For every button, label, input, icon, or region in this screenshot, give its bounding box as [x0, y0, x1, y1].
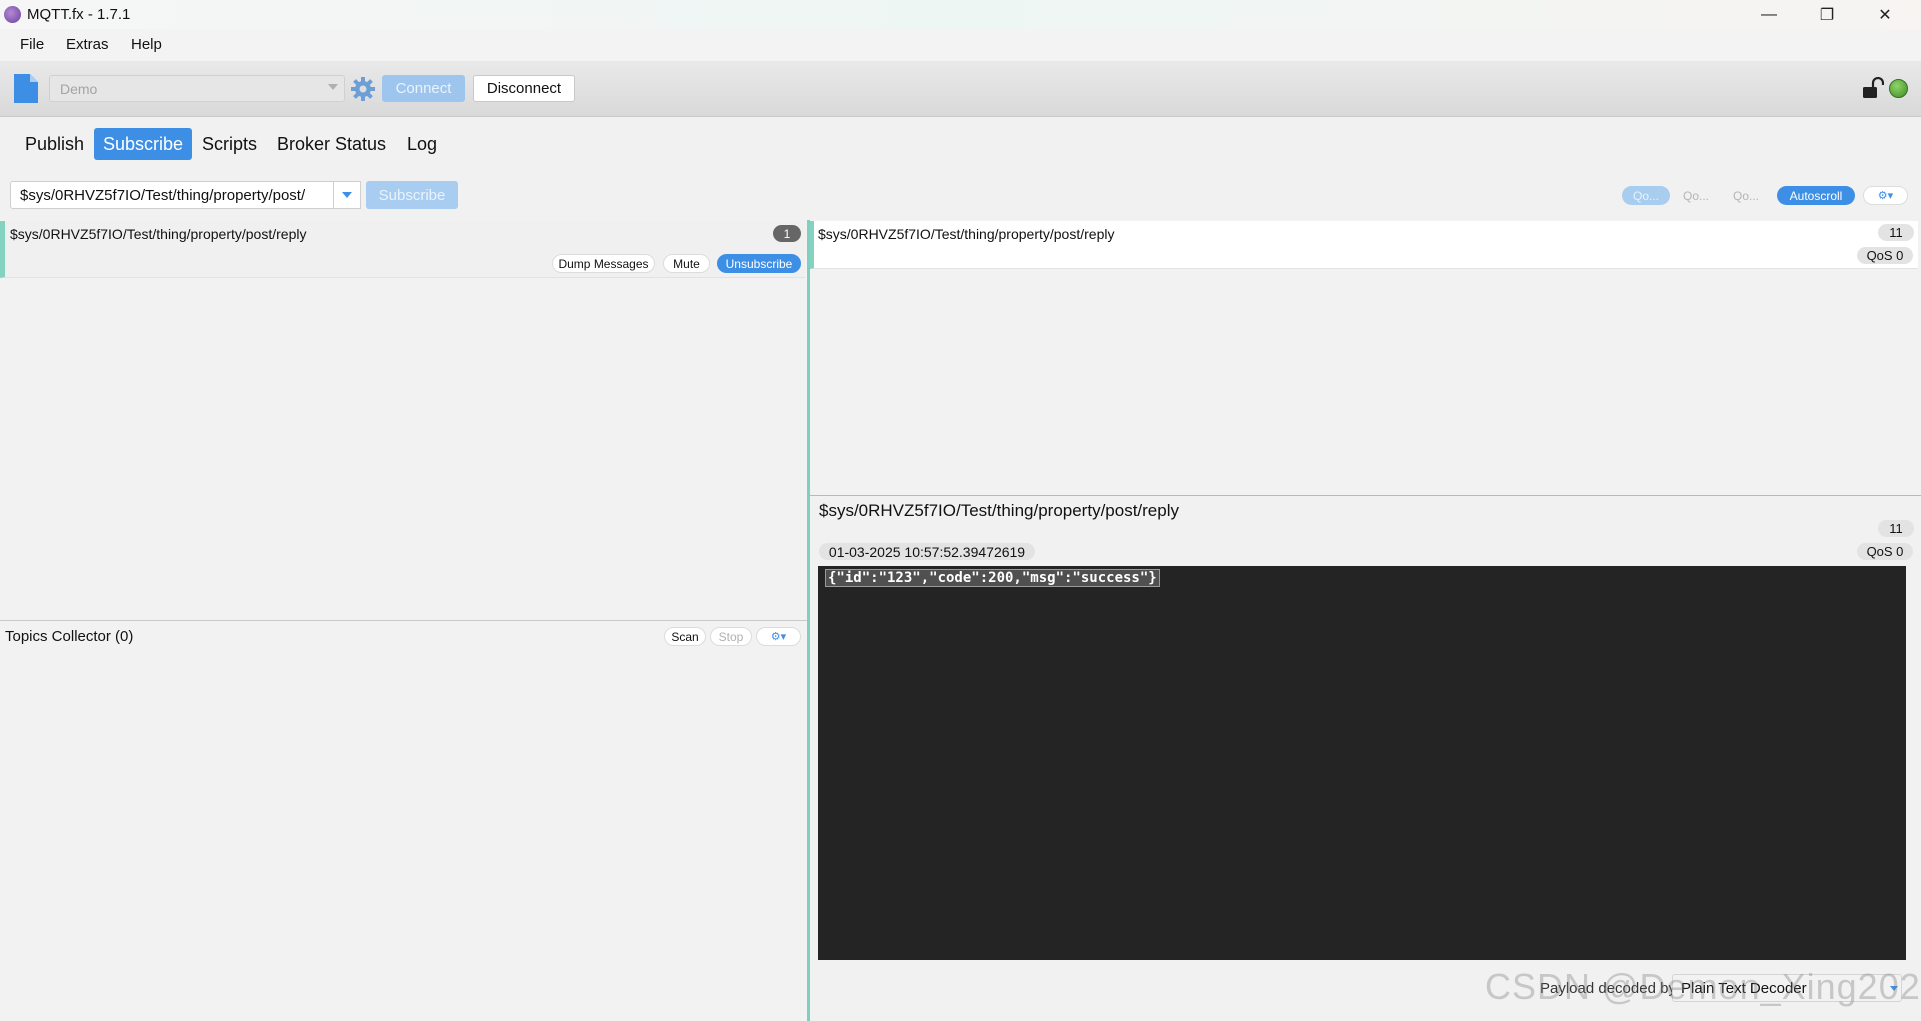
horizontal-splitter[interactable] [810, 495, 1921, 496]
menu-bar [0, 29, 1921, 61]
tab-subscribe[interactable]: Subscribe [94, 128, 193, 160]
qos1-button[interactable]: Qo... [1672, 186, 1720, 205]
unlock-icon [1863, 77, 1884, 98]
minimize-button[interactable]: — [1740, 0, 1798, 29]
subscription-topic: $sys/0RHVZ5f7IO/Test/thing/property/post… [10, 226, 307, 242]
subscribe-topic-input[interactable]: $sys/0RHVZ5f7IO/Test/thing/property/post… [10, 181, 334, 209]
connect-button[interactable]: Connect [382, 75, 465, 102]
subscription-message-count: 1 [773, 225, 801, 242]
menu-extras[interactable]: Extras [66, 36, 109, 53]
tab-log[interactable]: Log [398, 128, 446, 160]
topics-collector-title: Topics Collector (0) [5, 628, 134, 645]
detail-topic: $sys/0RHVZ5f7IO/Test/thing/property/post… [819, 501, 1179, 520]
message-settings-menu-button[interactable]: ⚙▾ [1863, 186, 1908, 205]
qos2-button[interactable]: Qo... [1722, 186, 1770, 205]
connection-status-indicator [1889, 79, 1908, 98]
payload-viewer[interactable] [818, 566, 1906, 960]
subscribe-button[interactable]: Subscribe [366, 181, 458, 209]
gear-icon[interactable] [350, 76, 376, 102]
close-button[interactable]: ✕ [1856, 0, 1914, 29]
message-number-badge: 11 [1878, 224, 1914, 241]
dump-messages-button[interactable]: Dump Messages [552, 254, 655, 273]
watermark: CSDN @Demon_Xing2025 [1485, 966, 1921, 1007]
qos0-button[interactable]: Qo... [1622, 186, 1670, 205]
edit-profile-icon[interactable] [14, 74, 38, 103]
title-bar [0, 0, 1921, 29]
disconnect-button[interactable]: Disconnect [473, 75, 575, 102]
collector-settings-menu-button[interactable]: ⚙▾ [756, 627, 801, 646]
window-title: MQTT.fx - 1.7.1 [27, 6, 131, 23]
menu-help[interactable]: Help [131, 36, 162, 53]
scan-button[interactable]: Scan [664, 627, 706, 646]
tab-scripts[interactable]: Scripts [193, 128, 266, 160]
detail-number-badge: 11 [1878, 520, 1914, 537]
detail-timestamp: 01-03-2025 10:57:52.39472619 [819, 543, 1035, 560]
panel-divider[interactable] [0, 620, 807, 621]
stop-button[interactable]: Stop [710, 627, 752, 646]
unsubscribe-button[interactable]: Unsubscribe [717, 254, 801, 273]
menu-file[interactable]: File [20, 36, 44, 53]
message-topic: $sys/0RHVZ5f7IO/Test/thing/property/post… [818, 226, 1115, 242]
app-logo-icon [4, 6, 21, 23]
mute-button[interactable]: Mute [663, 254, 710, 273]
payload-text[interactable]: {"id":"123","code":200,"msg":"success"} [825, 569, 1160, 587]
detail-qos-badge: QoS 0 [1857, 543, 1913, 560]
restore-button[interactable]: ❐ [1798, 0, 1856, 29]
tab-broker-status[interactable]: Broker Status [268, 128, 395, 160]
chevron-down-icon [328, 84, 338, 90]
tab-publish[interactable]: Publish [16, 128, 93, 160]
message-qos-badge: QoS 0 [1857, 247, 1913, 264]
profile-value: Demo [60, 81, 98, 97]
chevron-down-icon [342, 192, 352, 198]
autoscroll-toggle[interactable]: Autoscroll [1777, 186, 1855, 205]
